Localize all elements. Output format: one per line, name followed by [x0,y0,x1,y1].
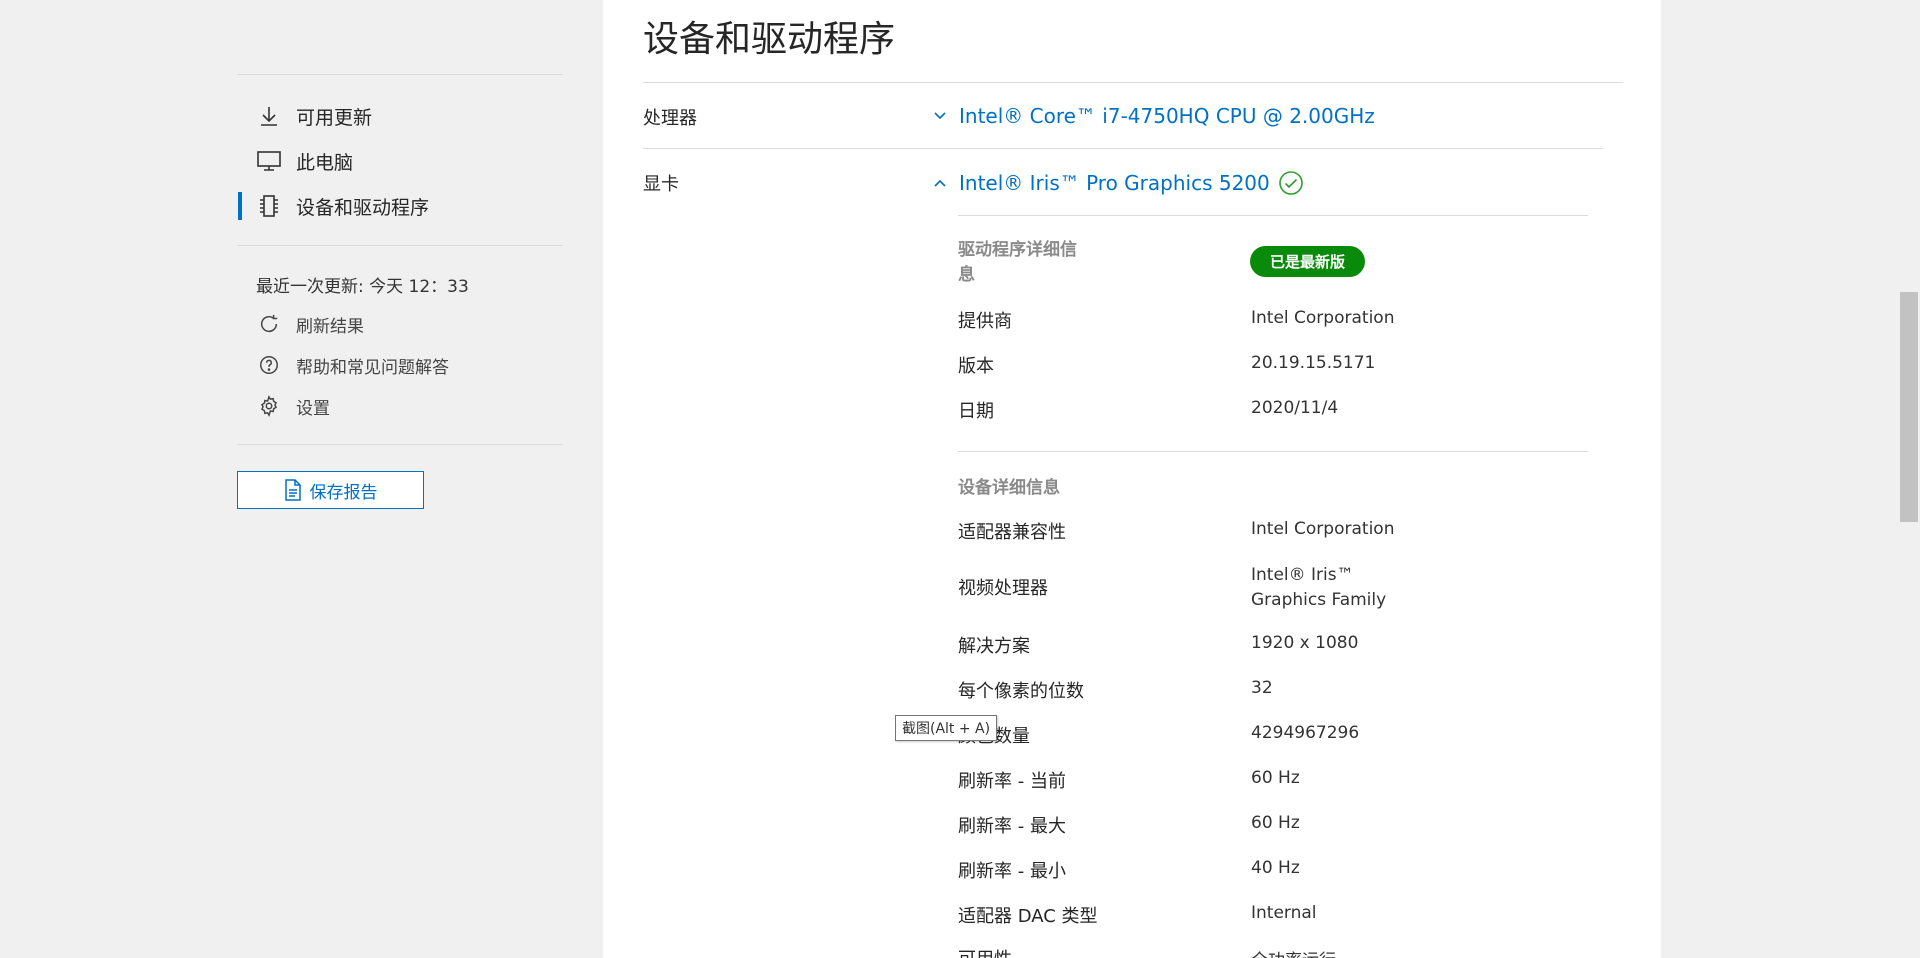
gpu-name: Intel® Iris™ Pro Graphics 5200 [959,171,1270,195]
detail-label: 刷新率 - 当前 [958,771,1066,792]
detail-value: Internal [1251,903,1317,923]
detail-value: 20.19.15.5171 [1251,353,1376,373]
processor-label: 处理器 [643,108,697,129]
chevron-up-icon [933,176,947,190]
processor-name: Intel® Core™ i7-4750HQ CPU @ 2.00GHz [959,104,1375,128]
detail-label: 可用性 [958,945,1012,958]
save-report-label: 保存报告 [309,482,378,503]
driver-details-heading: 驱动程序详细信息 [958,240,1077,285]
check-circle-icon [1278,170,1304,196]
main-panel: 设备和驱动程序 处理器 Intel® Core™ i7-4750HQ CPU @… [603,0,1661,958]
chevron-down-icon [933,109,947,123]
refresh-results-link[interactable]: 刷新结果 [238,306,563,342]
detail-label: 提供商 [958,311,1012,332]
detail-value: 全功率运行 [1251,946,1336,958]
link-label: 设置 [296,398,330,419]
nav-available-updates[interactable]: 可用更新 [238,96,563,136]
monitor-icon [254,146,284,176]
detail-value: 40 Hz [1251,858,1300,878]
detail-value: 1920 x 1080 [1251,633,1359,653]
link-label: 帮助和常见问题解答 [296,357,449,378]
detail-label: 刷新率 - 最大 [958,816,1066,837]
settings-link[interactable]: 设置 [238,388,563,424]
detail-label: 解决方案 [958,636,1030,657]
processor-expander[interactable]: Intel® Core™ i7-4750HQ CPU @ 2.00GHz [933,104,1375,128]
link-label: 刷新结果 [296,316,364,337]
document-icon [284,479,302,501]
detail-label: 视频处理器 [958,578,1048,599]
nav-label: 可用更新 [296,106,373,129]
divider [643,82,1623,83]
nav-devices-drivers[interactable]: 设备和驱动程序 [238,186,563,226]
download-icon [254,101,284,131]
gear-icon [254,391,284,421]
save-report-button[interactable]: 保存报告 [237,471,424,509]
last-update-text: 最近一次更新: 今天 12：33 [256,277,469,297]
detail-value: Intel Corporation [1251,308,1395,328]
divider [237,444,563,445]
divider [237,245,563,246]
detail-value: 32 [1251,678,1273,698]
detail-value: Intel Corporation [1251,519,1395,539]
detail-value: 4294967296 [1251,723,1360,743]
nav-label: 此电脑 [296,151,354,174]
detail-label: 版本 [958,356,994,377]
refresh-icon [254,309,284,339]
detail-label: 刷新率 - 最小 [958,861,1066,882]
gpu-label: 显卡 [643,174,679,195]
detail-value: 2020/11/4 [1251,398,1339,418]
chip-icon [254,191,284,221]
divider [958,451,1588,452]
status-badge: 已是最新版 [1250,246,1365,277]
scrollbar-thumb[interactable] [1900,292,1918,522]
divider [958,215,1588,216]
help-icon [254,350,284,380]
detail-label: 适配器兼容性 [958,522,1066,543]
detail-value: Intel® Iris™ Graphics Family [1251,565,1387,610]
help-faq-link[interactable]: 帮助和常见问题解答 [238,347,563,383]
detail-label: 每个像素的位数 [958,681,1084,702]
detail-value: 60 Hz [1251,813,1300,833]
detail-label: 日期 [958,401,994,422]
page-title: 设备和驱动程序 [643,19,896,60]
detail-label: 适配器 DAC 类型 [958,906,1098,927]
screenshot-tooltip: 截图(Alt + A) [895,715,998,741]
sidebar: 可用更新 此电脑 设备和驱动程序 最近一次更新: 今天 12：33 刷新结果 帮… [0,0,603,958]
nav-this-pc[interactable]: 此电脑 [238,141,563,181]
active-indicator [238,192,242,220]
gpu-expander[interactable]: Intel® Iris™ Pro Graphics 5200 [933,170,1304,196]
divider [237,74,563,75]
nav-label: 设备和驱动程序 [296,196,430,219]
divider [643,148,1603,149]
device-details-heading: 设备详细信息 [958,478,1060,498]
detail-value: 60 Hz [1251,768,1300,788]
